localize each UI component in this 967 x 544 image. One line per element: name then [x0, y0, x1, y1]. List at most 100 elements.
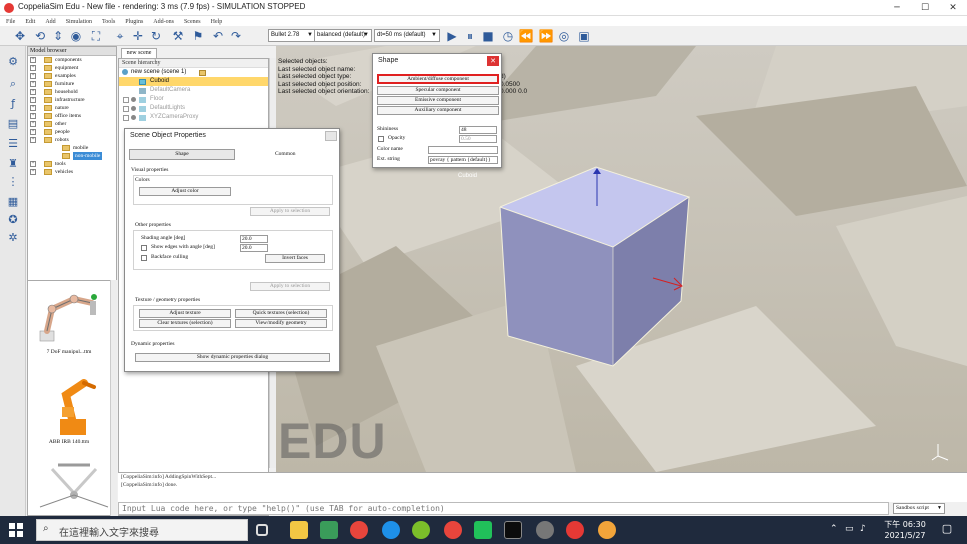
terminal-icon[interactable] — [504, 521, 522, 539]
expand-icon[interactable] — [123, 115, 129, 121]
opacity-checkbox[interactable] — [378, 136, 384, 142]
close-window-button[interactable]: ✕ — [939, 0, 967, 16]
undo-icon[interactable]: ↶ — [210, 28, 226, 44]
object-rotate-icon[interactable]: ↻ — [148, 28, 164, 44]
expand-icon[interactable]: + — [30, 121, 36, 127]
expand-icon[interactable]: + — [30, 161, 36, 167]
chrome-profile-icon[interactable] — [444, 521, 462, 539]
coppeliasim-taskbar-icon[interactable] — [566, 521, 584, 539]
camera-rotate-icon[interactable]: ⟲ — [32, 28, 48, 44]
layers-icon[interactable]: ☰ — [5, 136, 21, 152]
color-name-input[interactable] — [428, 146, 498, 154]
visualization-icon[interactable]: ◎ — [556, 28, 572, 44]
notepad-icon[interactable] — [320, 521, 338, 539]
thumbnail-scrollbar[interactable] — [110, 280, 117, 516]
opacity-input[interactable]: 0.50 — [459, 135, 497, 143]
redo-icon[interactable]: ↷ — [228, 28, 244, 44]
slow-down-icon[interactable]: ⏪ — [518, 28, 534, 44]
model-tree-item[interactable]: + nature — [28, 104, 116, 112]
ext-string-input[interactable]: povray { pattern {default}} — [428, 156, 498, 164]
speed-up-icon[interactable]: ⏩ — [538, 28, 554, 44]
pause-simulation-icon[interactable]: ⏸ — [462, 28, 478, 44]
scene-hierarchy-icon[interactable]: ⋮ — [5, 174, 21, 190]
model-browser-icon[interactable]: ⌕ — [5, 76, 21, 92]
apply-to-selection-button[interactable]: Apply to selection — [250, 207, 330, 216]
app-icon[interactable] — [536, 521, 554, 539]
function-icon[interactable]: ƒ — [5, 96, 21, 112]
ambient-diffuse-button[interactable]: Ambient/diffuse component — [377, 74, 499, 84]
display-mode-icon[interactable]: ▣ — [576, 28, 592, 44]
delta-robot-thumbnail[interactable] — [32, 459, 114, 509]
hierarchy-item-cuboid[interactable]: Cuboid — [119, 77, 268, 86]
camera-pan-icon[interactable]: ✥ — [12, 28, 28, 44]
auxiliary-button[interactable]: Auxiliary component — [377, 106, 499, 115]
physics-engine-select[interactable]: Bullet 2.78 ▼ — [268, 29, 316, 42]
hierarchy-item-floor[interactable]: Floor — [119, 95, 268, 104]
expand-icon[interactable] — [123, 97, 129, 103]
shininess-input[interactable]: 48 — [459, 126, 497, 134]
hierarchy-item-defaultlights[interactable]: DefaultLights — [119, 104, 268, 113]
emissive-button[interactable]: Emissive component — [377, 96, 499, 105]
collections-icon[interactable]: ▦ — [5, 194, 21, 210]
accuracy-select[interactable]: balanced (default) ▼ — [314, 29, 372, 42]
backface-culling-checkbox[interactable] — [141, 255, 147, 261]
view-modify-geometry-button[interactable]: View/modify geometry — [235, 319, 327, 328]
model-tree-item[interactable]: + equipment — [28, 64, 116, 72]
simulation-settings-icon[interactable]: ⚙ — [5, 54, 21, 70]
expand-icon[interactable]: + — [30, 137, 36, 143]
show-dynamic-properties-button[interactable]: Show dynamic properties dialog — [135, 353, 330, 362]
expand-icon[interactable]: + — [30, 105, 36, 111]
person-icon[interactable]: ♜ — [5, 156, 21, 172]
stop-simulation-icon[interactable]: ■ — [480, 28, 496, 44]
model-tree-item[interactable]: + office items — [28, 112, 116, 120]
tab-common[interactable]: Common — [275, 151, 295, 158]
show-edges-checkbox[interactable] — [141, 245, 147, 251]
file-explorer-icon[interactable] — [290, 521, 308, 539]
media-app-icon[interactable] — [598, 521, 616, 539]
expand-icon[interactable]: + — [30, 129, 36, 135]
adjust-color-button[interactable]: Adjust color — [139, 187, 231, 196]
model-tree-item[interactable]: mobile — [28, 144, 116, 152]
object-shift-icon[interactable]: ✛ — [130, 28, 146, 44]
fit-to-view-icon[interactable]: ⛶ — [88, 28, 104, 44]
manipulator-thumbnail[interactable] — [32, 285, 114, 355]
tray-chevron-icon[interactable]: ⌃ — [830, 524, 838, 534]
model-tree-item[interactable]: + household — [28, 88, 116, 96]
hierarchy-item-defaultcamera[interactable]: DefaultCamera — [119, 86, 268, 95]
task-view-icon[interactable] — [256, 524, 268, 536]
invert-faces-button[interactable]: Invert faces — [265, 254, 325, 263]
realtime-icon[interactable]: ◷ — [500, 28, 516, 44]
timestep-select[interactable]: dt=50 ms (default) ▼ — [374, 29, 440, 42]
volume-icon[interactable]: ♪ — [860, 524, 866, 534]
model-tree-item[interactable]: + other — [28, 120, 116, 128]
scripts-icon[interactable]: ✪ — [5, 212, 21, 228]
maximize-button[interactable]: ☐ — [911, 0, 939, 16]
specular-button[interactable]: Specular component — [377, 86, 499, 95]
close-icon[interactable]: ✕ — [487, 56, 499, 66]
expand-icon[interactable]: + — [30, 97, 36, 103]
model-tree-item[interactable]: + infrastructure — [28, 96, 116, 104]
click-selection-icon[interactable]: ⌖ — [112, 28, 128, 44]
camera-shift-icon[interactable]: ⇕ — [50, 28, 66, 44]
expand-icon[interactable]: + — [30, 65, 36, 71]
shading-angle-input[interactable]: 20.0 — [240, 235, 268, 243]
model-tree-item[interactable]: non-mobile — [28, 152, 116, 160]
dialog-close-button[interactable] — [325, 131, 337, 141]
lua-command-input[interactable]: Input Lua code here, or type "help()" (u… — [118, 502, 889, 515]
apply-to-selection-button[interactable]: Apply to selection — [250, 282, 330, 291]
quick-textures-button[interactable]: Quick textures (selection) — [235, 309, 327, 318]
expand-icon[interactable]: + — [30, 89, 36, 95]
show-edges-angle-input[interactable]: 20.0 — [240, 244, 268, 252]
tab-shape[interactable]: Shape — [129, 149, 235, 160]
expand-icon[interactable]: + — [30, 57, 36, 63]
adjust-texture-button[interactable]: Adjust texture — [139, 309, 231, 318]
chrome-icon[interactable] — [350, 521, 368, 539]
taskbar-clock[interactable]: 下午 06:30 2021/5/27 — [880, 519, 930, 541]
expand-icon[interactable]: + — [30, 169, 36, 175]
camera-opening-icon[interactable]: ◉ — [68, 28, 84, 44]
tab-new-scene[interactable]: new scene — [121, 48, 157, 58]
clear-textures-button[interactable]: Clear textures (selection) — [139, 319, 231, 328]
line-app-icon[interactable] — [474, 521, 492, 539]
model-tree-item[interactable]: + components — [28, 56, 116, 64]
model-tree-item[interactable]: + vehicles — [28, 168, 116, 176]
